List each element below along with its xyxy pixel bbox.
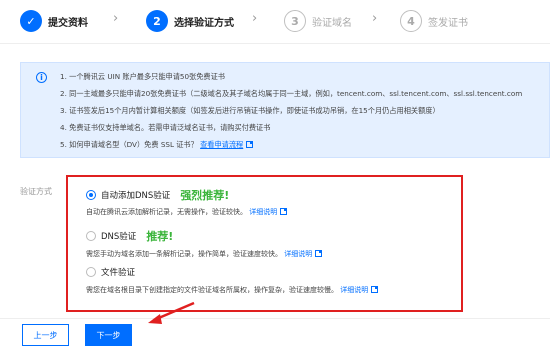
option-file-label: 文件验证 xyxy=(101,268,136,278)
check-icon: ✓ xyxy=(20,10,42,32)
info-notice: i 1. 一个腾讯云 UIN 账户最多只能申请50张免费证书 2. 同一主域最多… xyxy=(20,62,550,158)
option-auto-dns-label: 自动添加DNS验证 xyxy=(101,191,171,201)
chevron-right-icon: › xyxy=(372,11,378,26)
option-file-desc: 需您在域名根目录下创建指定的文件验证域名所属权，操作复杂，验证速度较慢。 详细说… xyxy=(86,285,379,295)
recommend-badge: 推荐! xyxy=(146,230,174,243)
option-dns-label: DNS验证 xyxy=(101,232,137,242)
details-link[interactable]: 详细说明 xyxy=(249,208,277,216)
option-file[interactable]: 文件验证 xyxy=(86,266,135,278)
radio-auto-dns[interactable] xyxy=(86,190,96,200)
steps-bar: ✓ 提交资料 › 2 选择验证方式 › 3 验证域名 › 4 签发证书 xyxy=(0,0,550,44)
info-line-3: 3. 证书签发后15个月内暂计算相关额度（如签发后进行吊销证书操作，即使证书成功… xyxy=(60,106,440,115)
step-1-label: 提交资料 xyxy=(48,17,88,29)
step-1: ✓ 提交资料 xyxy=(20,9,88,33)
info-line-1: 1. 一个腾讯云 UIN 账户最多只能申请50张免费证书 xyxy=(60,72,225,81)
prev-button[interactable]: 上一步 xyxy=(22,324,69,346)
radio-dns[interactable] xyxy=(86,231,96,241)
step-2: 2 选择验证方式 xyxy=(146,9,234,33)
next-button[interactable]: 下一步 xyxy=(85,324,132,346)
info-icon: i xyxy=(36,72,47,83)
info-line-5: 5. 如何申请域名型（DV）免费 SSL 证书？ 查看申请流程 xyxy=(60,140,254,150)
info-line-2: 2. 同一主域最多只能申请20张免费证书（二级域名及其子域名均属于同一主域，例如… xyxy=(60,89,523,98)
method-label: 验证方式 xyxy=(20,187,52,196)
external-link-icon xyxy=(315,250,323,257)
external-link-icon xyxy=(280,208,288,215)
apply-process-link[interactable]: 查看申请流程 xyxy=(200,140,243,149)
info-line-5-text: 5. 如何申请域名型（DV）免费 SSL 证书？ xyxy=(60,140,198,149)
step-4-number: 4 xyxy=(400,10,422,32)
external-link-icon xyxy=(246,141,254,148)
info-line-4: 4. 免费证书仅支持单域名。若需申请泛域名证书，请购买付费证书 xyxy=(60,123,271,132)
option-auto-dns[interactable]: 自动添加DNS验证 强烈推荐! xyxy=(86,187,229,203)
step-2-number: 2 xyxy=(146,10,168,32)
option-dns[interactable]: DNS验证 推荐! xyxy=(86,228,173,244)
chevron-right-icon: › xyxy=(113,11,119,26)
step-3-number: 3 xyxy=(284,10,306,32)
external-link-icon xyxy=(371,286,379,293)
step-3: 3 验证域名 xyxy=(284,9,352,33)
option-dns-desc: 需您手动为域名添加一条解析记录，操作简单，验证速度较快。 详细说明 xyxy=(86,249,323,259)
desc-text: 自动在腾讯云添加解析记录，无需操作，验证较快。 xyxy=(86,208,247,216)
desc-text: 需您在域名根目录下创建指定的文件验证域名所属权，操作复杂，验证速度较慢。 xyxy=(86,286,338,294)
step-3-label: 验证域名 xyxy=(312,17,352,29)
step-2-label: 选择验证方式 xyxy=(174,17,234,29)
red-arrow-annotation xyxy=(148,301,195,324)
recommend-badge: 强烈推荐! xyxy=(180,189,230,202)
details-link[interactable]: 详细说明 xyxy=(340,286,368,294)
step-4-label: 签发证书 xyxy=(428,17,468,29)
radio-file[interactable] xyxy=(86,267,96,277)
desc-text: 需您手动为域名添加一条解析记录，操作简单，验证速度较快。 xyxy=(86,250,282,258)
chevron-right-icon: › xyxy=(252,11,258,26)
option-auto-dns-desc: 自动在腾讯云添加解析记录，无需操作，验证较快。 详细说明 xyxy=(86,207,288,217)
step-4: 4 签发证书 xyxy=(400,9,468,33)
details-link[interactable]: 详细说明 xyxy=(284,250,312,258)
footer-divider xyxy=(0,318,550,319)
